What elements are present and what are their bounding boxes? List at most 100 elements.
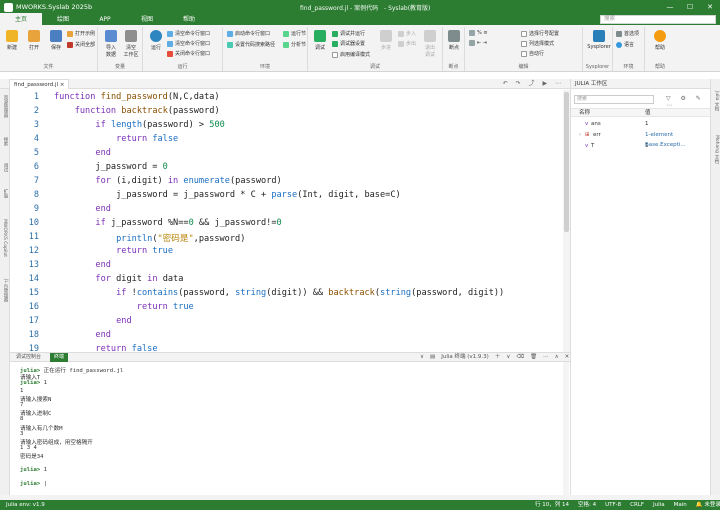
julia-env-status[interactable]: Julia env: v1.9 bbox=[6, 500, 45, 510]
terminal-selector[interactable]: Julia 终端 (v1.9.3) bbox=[441, 353, 489, 362]
menu-view[interactable]: 视图 bbox=[126, 13, 168, 25]
search-tab[interactable]: 搜索 bbox=[2, 137, 8, 146]
language-status[interactable]: Julia bbox=[653, 500, 665, 510]
stop-debug-button[interactable]: 退出 调试 bbox=[420, 30, 440, 58]
menu-home[interactable]: 主页 bbox=[0, 13, 42, 25]
line-number-config-checkbox[interactable]: 选择行号配置 bbox=[521, 30, 559, 37]
debug-button[interactable]: 调试 bbox=[310, 30, 330, 51]
set-path-button[interactable]: 设置代码搜索路径 bbox=[227, 41, 275, 48]
workspace-search-input[interactable]: 搜索 bbox=[574, 95, 654, 104]
cursor-position[interactable]: 行 10，列 14 bbox=[535, 500, 569, 510]
step-button[interactable]: 步进 bbox=[376, 30, 396, 51]
step-in-button[interactable]: 步入 bbox=[398, 30, 416, 37]
indent-button[interactable]: ⇤ ⇥ bbox=[469, 40, 487, 46]
debug-console-tab[interactable]: 调试控制台 bbox=[12, 353, 45, 362]
line-number: 2 bbox=[33, 106, 39, 116]
explorer-tab[interactable]: 资源管理器 bbox=[2, 95, 8, 118]
terminal-output[interactable]: julia> 正在运行 find_password.jl 请输入T julia> 1… bbox=[10, 362, 570, 495]
sysplorer-label: Sysplorer bbox=[587, 44, 611, 50]
debug-run-button[interactable]: 调试并运行 bbox=[332, 30, 365, 37]
editor-tab-tools[interactable]: ↶ ↷ ⤴ ▶ ⋯ bbox=[503, 79, 564, 89]
copilot-tab[interactable]: MWORKS Copilot bbox=[2, 219, 7, 257]
login-status[interactable]: 🔔 未登录 bbox=[696, 500, 720, 510]
package-manager-tab[interactable]: JL 包管理器 bbox=[2, 279, 8, 302]
workspace-row[interactable]: v ans 1 bbox=[571, 119, 711, 129]
module-status[interactable]: Main bbox=[674, 500, 687, 510]
help-button[interactable]: 帮助 bbox=[650, 30, 670, 51]
sysplorer-icon bbox=[593, 30, 605, 42]
import-data-button[interactable]: 导入 数据 bbox=[101, 30, 121, 58]
clear-workspace-button[interactable]: 清空 工作区 bbox=[121, 30, 141, 58]
code-editor[interactable]: function find_password(N,C,data) functio… bbox=[42, 90, 562, 352]
terminal-scrollbar[interactable] bbox=[563, 362, 569, 495]
breakpoint-button[interactable]: 断点 bbox=[444, 30, 464, 51]
expand-icon[interactable]: › bbox=[579, 130, 581, 140]
file-tab[interactable]: find_password.jl × bbox=[9, 79, 70, 89]
bug-icon bbox=[314, 30, 326, 42]
line-number-config-label: 选择行号配置 bbox=[529, 31, 560, 37]
open-example-button[interactable]: 打开示例 bbox=[67, 30, 95, 37]
column-select-checkbox[interactable]: 列选择模式 bbox=[521, 40, 554, 47]
debugger-settings-button[interactable]: 调试器设置 bbox=[332, 40, 365, 47]
terminal-tab[interactable]: 终端 bbox=[50, 353, 69, 362]
insert-cmd-button[interactable]: 清空命令行窗口 bbox=[167, 40, 210, 47]
trash-icon[interactable]: 🗑 bbox=[530, 353, 537, 362]
save-label: 保存 bbox=[50, 45, 61, 51]
gear-icon bbox=[616, 30, 622, 37]
mohang-docs-tab[interactable]: Mohang 文档 bbox=[713, 135, 719, 163]
julia-docs-tab[interactable]: Julia 文档 bbox=[713, 91, 719, 111]
indent-status[interactable]: 空格: 4 bbox=[578, 500, 596, 510]
clear-cmd-button[interactable]: 清空命令行窗口 bbox=[167, 30, 210, 37]
workspace-header: 名称 值 bbox=[571, 108, 711, 117]
run-button[interactable]: 运行 bbox=[146, 30, 166, 51]
start-cmd-button[interactable]: 启动命令行窗口 bbox=[227, 30, 270, 37]
encoding-status[interactable]: UTF-8 bbox=[605, 500, 621, 510]
menu-help[interactable]: 帮助 bbox=[168, 13, 210, 25]
save-button[interactable]: 保存 bbox=[46, 30, 66, 51]
open-button[interactable]: 打开 bbox=[24, 30, 44, 51]
split-terminal-icon[interactable]: ⌫ bbox=[516, 353, 524, 362]
debug-tab[interactable]: 调试 bbox=[2, 163, 8, 172]
workspace-tools[interactable]: ▽ ⚙ ✎ ⋯ bbox=[666, 95, 710, 109]
terminal-prompt: julia> bbox=[20, 481, 41, 488]
edit-group-label: 编辑 bbox=[518, 64, 529, 70]
run-section-button[interactable]: 运行节 bbox=[283, 30, 306, 37]
ribbon-group-run: 运行 清空命令行窗口 清空命令行窗口 关闭命令行窗口 运行 bbox=[143, 27, 223, 71]
editor-scrollbar-thumb[interactable] bbox=[564, 92, 569, 232]
settings-icon bbox=[332, 40, 338, 47]
compile-mode-checkbox[interactable]: 启用编译模式 bbox=[332, 51, 370, 58]
close-cmd-button[interactable]: 关闭命令行窗口 bbox=[167, 50, 210, 57]
menu-app[interactable]: APP bbox=[84, 15, 126, 25]
eol-status[interactable]: CRLF bbox=[630, 500, 644, 510]
menu-plot[interactable]: 绘图 bbox=[42, 13, 84, 25]
close-panel-icon[interactable]: ✕ bbox=[565, 353, 570, 362]
add-terminal-icon[interactable]: ＋ bbox=[495, 353, 501, 362]
terminal-prompt: julia> bbox=[20, 380, 41, 387]
terminal-icon bbox=[167, 30, 173, 37]
language-button[interactable]: 语言 bbox=[616, 41, 634, 48]
search-input[interactable]: 搜索 bbox=[600, 15, 716, 24]
dropdown-icon[interactable]: ∨ bbox=[506, 353, 510, 362]
terminal-line: 1 3 4 bbox=[20, 445, 37, 451]
close-window-button[interactable]: ✕ bbox=[700, 0, 720, 14]
maximize-button[interactable]: ☐ bbox=[680, 0, 700, 14]
close-all-button[interactable]: 关闭全部 bbox=[67, 41, 95, 48]
workspace-row[interactable]: v T 1 bbox=[571, 141, 711, 151]
sysplorer-button[interactable]: Sysplorer bbox=[587, 30, 611, 50]
workspace-row[interactable]: › ⊞ err 1-element Base.Excepti... bbox=[571, 130, 711, 148]
editor-scrollbar[interactable] bbox=[563, 90, 570, 352]
more-icon[interactable]: ⋯ bbox=[543, 353, 549, 362]
collapse-icon[interactable]: ∨ bbox=[420, 353, 424, 362]
minimize-button[interactable]: — bbox=[660, 0, 680, 14]
maximize-panel-icon[interactable]: ∧ bbox=[555, 353, 559, 362]
analyze-section-button[interactable]: 分析节 bbox=[283, 41, 306, 48]
auto-line-checkbox[interactable]: 自动行 bbox=[521, 50, 544, 57]
comment-button[interactable]: % ≡ bbox=[469, 30, 488, 36]
extensions-tab[interactable]: 扩展 bbox=[2, 189, 8, 198]
preferences-button[interactable]: 首选项 bbox=[616, 30, 639, 37]
step-out-button[interactable]: 步出 bbox=[398, 40, 416, 47]
var-value: 1 bbox=[645, 143, 649, 149]
column-select-label: 列选择模式 bbox=[529, 41, 555, 47]
new-button[interactable]: 新建 bbox=[2, 30, 22, 51]
stop-icon bbox=[424, 30, 436, 42]
